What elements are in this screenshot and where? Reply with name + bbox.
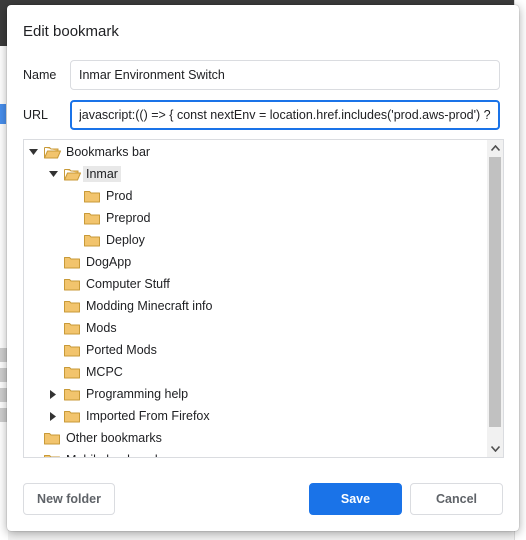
folder-icon <box>64 278 80 291</box>
folder-icon <box>64 388 80 401</box>
tree-item-label: Mobile bookmarks <box>66 453 167 457</box>
tree-item[interactable]: Ported Mods <box>48 339 157 361</box>
tree-item[interactable]: Modding Minecraft info <box>48 295 212 317</box>
tree-item-label: Imported From Firefox <box>86 409 210 423</box>
tree-item-label: Prod <box>106 189 133 203</box>
tree-item[interactable]: Inmar <box>48 163 121 185</box>
expand-right-arrow-icon[interactable] <box>48 389 58 399</box>
tree-item-label: Deploy <box>106 233 145 247</box>
tree-item[interactable]: Prod <box>68 185 132 207</box>
tree-item-label: Computer Stuff <box>86 277 170 291</box>
tree-item[interactable]: Other bookmarks <box>28 427 162 449</box>
tree-scrollbar[interactable] <box>487 140 503 457</box>
tree-item-label: DogApp <box>86 255 132 269</box>
folder-icon <box>84 190 100 203</box>
tree-item[interactable]: Computer Stuff <box>48 273 170 295</box>
tree-item-label: Mods <box>86 321 117 335</box>
name-input[interactable] <box>70 60 500 90</box>
tree-item-label: Other bookmarks <box>66 431 162 445</box>
tree-item[interactable]: Bookmarks bar <box>28 141 150 163</box>
tree-item[interactable]: Preprod <box>68 207 150 229</box>
folder-icon <box>64 322 80 335</box>
folder-icon <box>64 344 80 357</box>
name-label: Name <box>23 68 57 82</box>
edit-bookmark-dialog: Edit bookmark Name URL Bookmarks bar Inma… <box>7 5 519 531</box>
folder-tree[interactable]: Bookmarks bar Inmar Prod Preprod Deploy DogAp… <box>23 139 504 458</box>
save-button[interactable]: Save <box>309 483 402 515</box>
background-link <box>0 104 6 124</box>
scroll-up-arrow-icon[interactable] <box>487 140 503 156</box>
dialog-title: Edit bookmark <box>23 23 119 40</box>
open-folder-icon <box>64 168 81 181</box>
folder-icon <box>64 256 80 269</box>
tree-item[interactable]: Imported From Firefox <box>48 405 210 427</box>
tree-item[interactable]: Mods <box>48 317 117 339</box>
cancel-button[interactable]: Cancel <box>410 483 503 515</box>
tree-item-label: Programming help <box>86 387 189 401</box>
expand-down-arrow-icon[interactable] <box>28 147 38 157</box>
folder-icon <box>44 454 60 457</box>
expand-down-arrow-icon[interactable] <box>48 169 58 179</box>
tree-item[interactable]: DogApp <box>48 251 131 273</box>
tree-item[interactable]: Programming help <box>48 383 188 405</box>
tree-item-label: MCPC <box>86 365 123 379</box>
tree-item[interactable]: Deploy <box>68 229 145 251</box>
new-folder-button[interactable]: New folder <box>23 483 115 515</box>
tree-item-label: Inmar <box>83 166 121 182</box>
scroll-thumb[interactable] <box>489 157 501 427</box>
url-label: URL <box>23 108 49 122</box>
folder-icon <box>84 212 100 225</box>
folder-icon <box>84 234 100 247</box>
folder-icon <box>64 410 80 423</box>
folder-icon <box>64 366 80 379</box>
tree-item[interactable]: MCPC <box>48 361 123 383</box>
tree-item-label: Modding Minecraft info <box>86 299 213 313</box>
scroll-down-arrow-icon[interactable] <box>487 441 503 457</box>
url-input[interactable] <box>70 100 500 130</box>
tree-item-label: Bookmarks bar <box>66 145 151 159</box>
tree-item-label: Preprod <box>106 211 151 225</box>
folder-icon <box>44 432 60 445</box>
open-folder-icon <box>44 146 61 159</box>
expand-right-arrow-icon[interactable] <box>48 411 58 421</box>
folder-icon <box>64 300 80 313</box>
tree-item[interactable]: Mobile bookmarks <box>28 449 167 457</box>
tree-item-label: Ported Mods <box>86 343 157 357</box>
